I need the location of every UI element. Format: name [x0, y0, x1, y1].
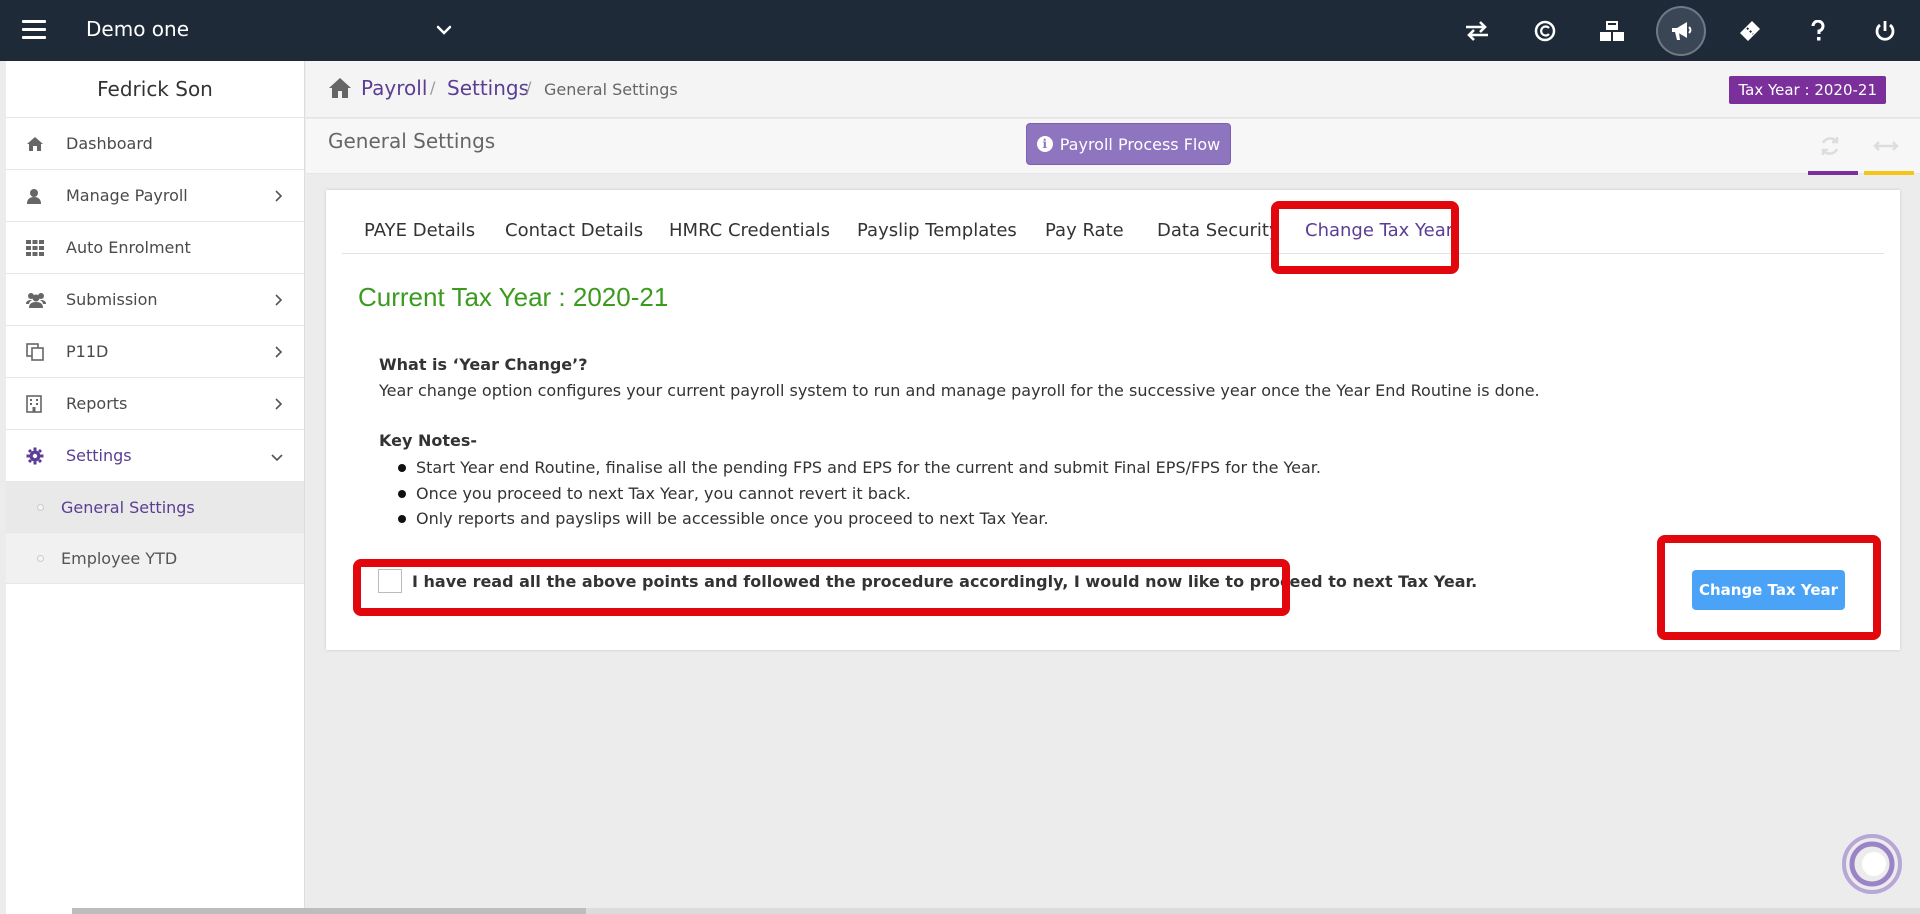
sidebar-item-dashboard[interactable]: Dashboard — [6, 118, 304, 170]
help-icon[interactable] — [1795, 8, 1841, 54]
payroll-process-flow-button[interactable]: i Payroll Process Flow — [1026, 123, 1231, 165]
user-icon — [26, 186, 50, 206]
power-icon[interactable] — [1862, 8, 1908, 54]
sidebar: Fedrick Son Dashboard Manage Payroll Aut… — [6, 61, 305, 914]
confirm-row: I have read all the above points and fol… — [378, 569, 1477, 593]
tab-contact-details[interactable]: Contact Details — [505, 220, 643, 241]
expand-horizontal-icon[interactable] — [1868, 133, 1904, 159]
sidebar-item-label: Manage Payroll — [66, 186, 188, 205]
grid-icon — [26, 238, 50, 258]
info-icon: i — [1036, 136, 1053, 152]
tax-year-badge: Tax Year : 2020-21 — [1729, 76, 1886, 104]
c-logo-icon[interactable] — [1522, 8, 1568, 54]
sidebar-item-label: Settings — [66, 446, 132, 465]
bullet-dot-icon — [37, 504, 44, 511]
breadcrumb-separator: / — [430, 78, 436, 97]
bullet-dot-icon — [37, 555, 44, 562]
page-header: General Settings i Payroll Process Flow — [306, 119, 1920, 175]
home-icon — [26, 134, 50, 154]
refresh-icon[interactable] — [1812, 133, 1848, 159]
copy-icon — [26, 342, 50, 362]
settings-tabs: PAYE Details Contact Details HMRC Creden… — [342, 190, 1884, 254]
tab-change-tax-year[interactable]: Change Tax Year — [1305, 220, 1453, 241]
list-item: Start Year end Routine, finalise all the… — [398, 455, 1321, 481]
key-notes-title: Key Notes- — [379, 431, 478, 450]
breadcrumb-settings[interactable]: Settings — [447, 76, 529, 100]
change-tax-year-panel: PAYE Details Contact Details HMRC Creden… — [326, 190, 1900, 650]
change-tax-year-button[interactable]: Change Tax Year — [1692, 570, 1845, 610]
sidebar-item-manage-payroll[interactable]: Manage Payroll — [6, 170, 304, 222]
building-icon — [26, 394, 50, 414]
scrollbar-thumb[interactable] — [72, 908, 586, 914]
key-notes-list: Start Year end Routine, finalise all the… — [398, 455, 1321, 532]
sidebar-item-settings[interactable]: Settings — [6, 430, 304, 482]
page-title: General Settings — [328, 129, 496, 153]
confirm-checkbox[interactable] — [378, 569, 402, 593]
current-tax-year-heading: Current Tax Year : 2020-21 — [358, 282, 669, 312]
sidebar-subitem-label: Employee YTD — [61, 548, 178, 568]
tab-data-security[interactable]: Data Security — [1157, 220, 1280, 241]
sidebar-item-p11d[interactable]: P11D — [6, 326, 304, 378]
company-selector-label[interactable]: Demo one — [86, 17, 189, 41]
breadcrumb-separator: / — [526, 78, 532, 97]
chevron-right-icon — [274, 396, 284, 415]
swap-icon[interactable] — [1454, 8, 1500, 54]
sidebar-item-auto-enrolment[interactable]: Auto Enrolment — [6, 222, 304, 274]
tab-paye-details[interactable]: PAYE Details — [364, 220, 475, 241]
sidebar-item-label: Dashboard — [66, 134, 153, 153]
chevron-right-icon — [274, 188, 284, 207]
year-change-description: Year change option configures your curre… — [379, 381, 1540, 400]
sidebar-subitem-general-settings[interactable]: General Settings — [6, 482, 304, 533]
home-icon[interactable] — [328, 77, 352, 103]
sidebar-subitem-employee-ytd[interactable]: Employee YTD — [6, 533, 304, 584]
top-navbar: Demo one — [0, 0, 1920, 61]
expand-underline — [1864, 171, 1914, 175]
sidebar-item-label: Reports — [66, 394, 128, 413]
breadcrumb-current: General Settings — [544, 80, 678, 99]
tab-payslip-templates[interactable]: Payslip Templates — [857, 220, 1017, 241]
sidebar-item-label: Auto Enrolment — [66, 238, 191, 257]
chevron-right-icon — [274, 292, 284, 311]
user-name: Fedrick Son — [6, 61, 304, 118]
tab-hmrc-credentials[interactable]: HMRC Credentials — [669, 220, 830, 241]
ticket-icon[interactable] — [1727, 8, 1773, 54]
sidebar-subitem-label: General Settings — [61, 497, 195, 517]
settings-submenu: General Settings Employee YTD — [6, 482, 304, 584]
payroll-process-flow-label: Payroll Process Flow — [1059, 134, 1221, 154]
tab-pay-rate[interactable]: Pay Rate — [1045, 220, 1124, 241]
hamburger-menu-icon[interactable] — [22, 20, 46, 40]
sidebar-item-submission[interactable]: Submission — [6, 274, 304, 326]
refresh-underline — [1808, 171, 1858, 175]
chevron-down-icon — [270, 448, 284, 467]
list-item: Once you proceed to next Tax Year, you c… — [398, 481, 1321, 507]
confirm-label[interactable]: I have read all the above points and fol… — [412, 572, 1477, 591]
gear-icon — [26, 446, 50, 466]
c-logo-icon[interactable] — [1840, 832, 1904, 896]
users-icon — [26, 290, 50, 310]
sidebar-item-reports[interactable]: Reports — [6, 378, 304, 430]
breadcrumb-payroll[interactable]: Payroll — [361, 76, 427, 100]
megaphone-icon[interactable] — [1658, 8, 1704, 54]
year-change-question: What is ‘Year Change’? — [379, 355, 588, 374]
chevron-right-icon — [274, 344, 284, 363]
sidebar-item-label: P11D — [66, 342, 109, 361]
boxes-icon[interactable] — [1589, 8, 1635, 54]
breadcrumb: Payroll / Settings / General Settings Ta… — [306, 61, 1920, 118]
list-item: Only reports and payslips will be access… — [398, 506, 1321, 532]
sidebar-item-label: Submission — [66, 290, 158, 309]
chevron-down-icon[interactable] — [432, 18, 456, 42]
